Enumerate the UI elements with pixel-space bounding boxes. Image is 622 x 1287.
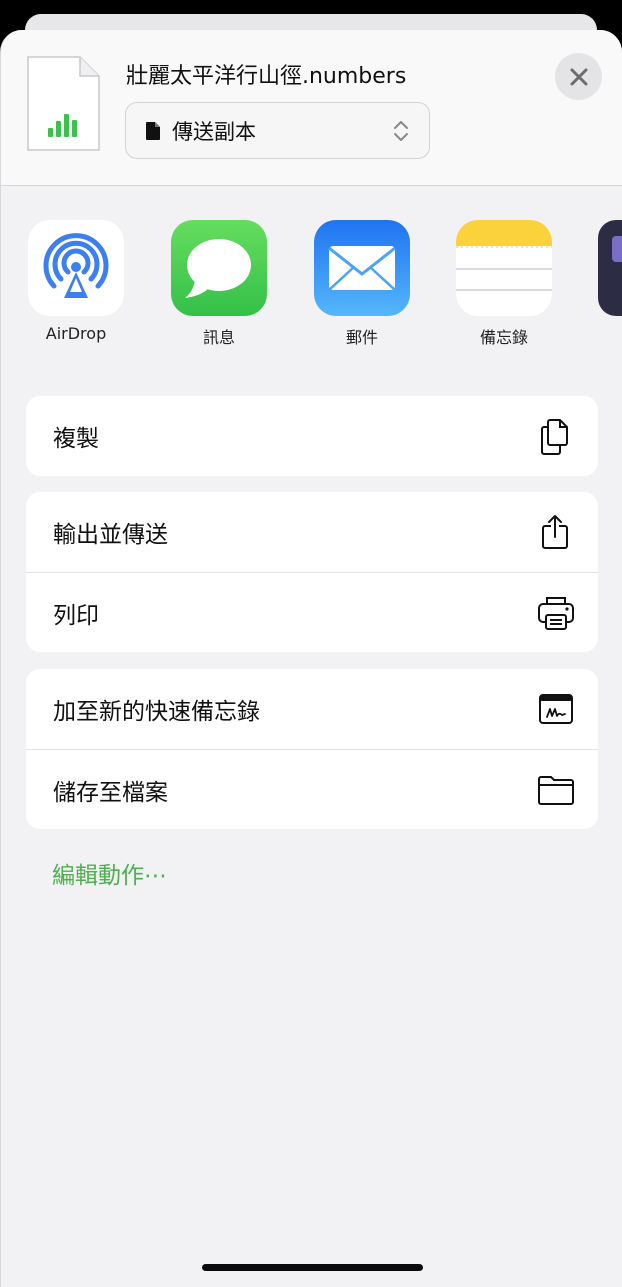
share-app-row: AirDrop 訊息 郵件 備忘錄 (1, 220, 622, 350)
home-indicator[interactable] (202, 1264, 423, 1271)
action-label: 複製 (53, 426, 99, 452)
notes-icon (456, 220, 552, 316)
close-button[interactable] (555, 53, 602, 100)
file-title: 壯麗太平洋行山徑.numbers (126, 64, 407, 89)
action-group-copy: 複製 (26, 396, 598, 476)
app-label: AirDrop (45, 324, 107, 343)
chevron-up-down-icon (394, 121, 408, 141)
copy-icon (541, 419, 568, 455)
app-label: 訊息 (202, 328, 235, 347)
app-notes[interactable]: 備忘錄 (456, 220, 552, 348)
action-export-send[interactable]: 輸出並傳送 (26, 492, 598, 572)
action-group-export: 輸出並傳送 列印 (26, 492, 598, 652)
share-sheet-header: 壯麗太平洋行山徑.numbers 傳送副本 (1, 30, 622, 186)
messages-icon (171, 220, 267, 316)
action-copy[interactable]: 複製 (26, 396, 598, 476)
share-icon (542, 515, 568, 549)
send-option-selector[interactable]: 傳送副本 (125, 102, 430, 159)
app-mail[interactable]: 郵件 (314, 220, 410, 348)
action-label: 列印 (53, 602, 99, 629)
app-partial[interactable] (598, 220, 622, 316)
quick-note-icon (539, 694, 573, 724)
send-option-label: 傳送副本 (172, 119, 256, 144)
numbers-file-icon (27, 56, 100, 151)
printer-icon (538, 596, 574, 630)
action-group-save: 加至新的快速備忘錄 儲存至檔案 (26, 669, 598, 829)
action-label: 輸出並傳送 (53, 522, 168, 548)
action-add-quick-note[interactable]: 加至新的快速備忘錄 (26, 669, 598, 749)
app-label: 備忘錄 (479, 328, 528, 347)
document-icon (146, 121, 160, 140)
app-airdrop[interactable]: AirDrop (28, 220, 124, 343)
folder-icon (538, 775, 574, 805)
airdrop-icon (28, 220, 124, 316)
action-label: 儲存至檔案 (53, 779, 168, 806)
close-icon (570, 68, 587, 85)
app-messages[interactable]: 訊息 (171, 220, 267, 348)
share-sheet: 壯麗太平洋行山徑.numbers 傳送副本 AirDrop 訊息 郵件 備忘錄 … (0, 30, 622, 1287)
app-label: 郵件 (345, 328, 378, 347)
mail-icon (314, 220, 410, 316)
action-print[interactable]: 列印 (26, 572, 598, 652)
action-save-to-files[interactable]: 儲存至檔案 (26, 749, 598, 829)
app-partial-icon (598, 220, 622, 316)
edit-actions-link[interactable]: 編輯動作⋯ (52, 856, 167, 890)
action-label: 加至新的快速備忘錄 (53, 699, 260, 725)
